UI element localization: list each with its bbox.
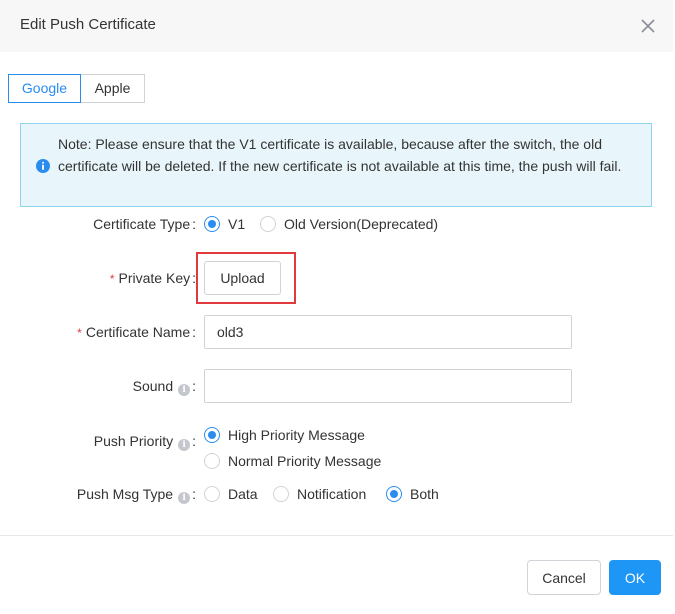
- push-msg-type-label: Push Msg Type i:: [76, 486, 196, 504]
- radio-label: High Priority Message: [228, 427, 365, 443]
- radio-unchecked-icon: [273, 486, 289, 502]
- radio-msg-type-both[interactable]: Both: [386, 486, 439, 502]
- radio-label: Normal Priority Message: [228, 453, 382, 469]
- sound-label: Sound i:: [132, 378, 196, 396]
- radio-certificate-type-v1[interactable]: V1: [204, 216, 245, 232]
- footer-divider: [0, 535, 673, 536]
- cancel-button[interactable]: Cancel: [527, 560, 601, 595]
- radio-unchecked-icon: [204, 453, 220, 469]
- radio-priority-high[interactable]: High Priority Message: [204, 427, 365, 443]
- radio-label: Notification: [297, 486, 367, 502]
- info-icon: i: [178, 439, 191, 451]
- certificate-type-label: Certificate Type:: [93, 216, 196, 232]
- radio-label: Old Version(Deprecated): [284, 216, 439, 232]
- platform-tabs: Google Apple: [8, 74, 145, 103]
- ok-button[interactable]: OK: [609, 560, 661, 595]
- certificate-name-input[interactable]: [204, 315, 572, 349]
- radio-priority-normal[interactable]: Normal Priority Message: [204, 453, 381, 469]
- edit-push-certificate-dialog: Edit Push Certificate Google Apple Note:…: [0, 0, 675, 614]
- info-icon: [36, 159, 50, 173]
- radio-checked-icon: [204, 427, 220, 443]
- certificate-name-label: * Certificate Name:: [77, 324, 196, 340]
- push-priority-label: Push Priority i:: [93, 433, 196, 451]
- tab-apple[interactable]: Apple: [81, 74, 145, 103]
- upload-button[interactable]: Upload: [204, 261, 281, 295]
- radio-msg-type-notification[interactable]: Notification: [273, 486, 366, 502]
- notice-banner: Note: Please ensure that the V1 certific…: [20, 123, 652, 207]
- radio-label: Data: [228, 486, 258, 502]
- dialog-title: Edit Push Certificate: [20, 16, 156, 33]
- radio-label: V1: [228, 216, 246, 232]
- required-asterisk: *: [77, 326, 82, 340]
- radio-checked-icon: [204, 216, 220, 232]
- required-asterisk: *: [109, 272, 115, 286]
- radio-unchecked-icon: [204, 486, 220, 502]
- notice-text: Note: Please ensure that the V1 certific…: [58, 136, 622, 174]
- close-icon[interactable]: [637, 15, 659, 37]
- radio-certificate-type-old[interactable]: Old Version(Deprecated): [260, 216, 438, 232]
- dialog-header: Edit Push Certificate: [0, 0, 673, 52]
- tab-google[interactable]: Google: [8, 74, 81, 103]
- private-key-label: * Private Key:: [109, 270, 196, 286]
- sound-input[interactable]: [204, 369, 572, 403]
- info-icon: i: [178, 384, 191, 396]
- radio-unchecked-icon: [260, 216, 276, 232]
- info-icon: i: [178, 492, 191, 504]
- radio-msg-type-data[interactable]: Data: [204, 486, 258, 502]
- radio-checked-icon: [386, 486, 402, 502]
- radio-label: Both: [410, 486, 439, 502]
